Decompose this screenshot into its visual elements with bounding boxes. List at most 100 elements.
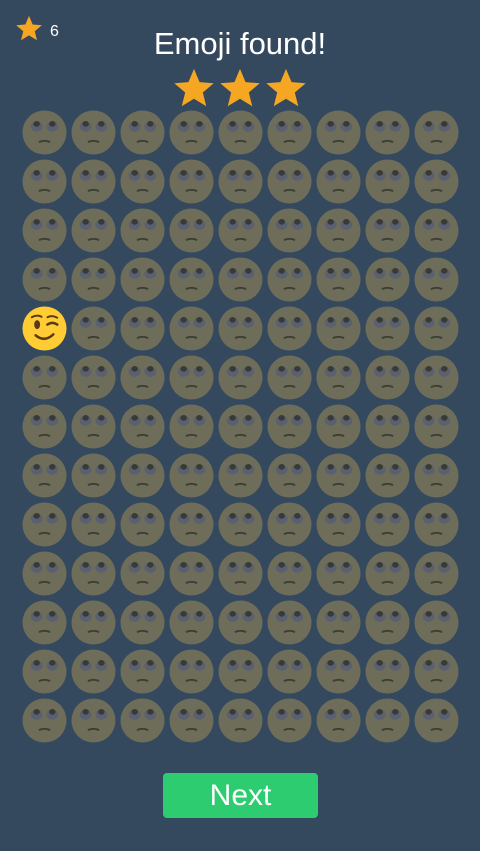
emoji-cell[interactable] (265, 108, 314, 157)
emoji-cell[interactable] (118, 598, 167, 647)
emoji-cell[interactable] (216, 157, 265, 206)
emoji-cell[interactable] (118, 647, 167, 696)
emoji-cell[interactable] (20, 353, 69, 402)
emoji-cell[interactable] (412, 647, 461, 696)
emoji-cell[interactable] (118, 304, 167, 353)
emoji-cell[interactable] (20, 108, 69, 157)
emoji-cell[interactable] (69, 157, 118, 206)
emoji-cell[interactable] (265, 549, 314, 598)
emoji-cell[interactable] (265, 206, 314, 255)
emoji-cell[interactable] (363, 108, 412, 157)
emoji-cell[interactable] (412, 255, 461, 304)
emoji-cell[interactable] (167, 255, 216, 304)
emoji-cell[interactable] (363, 402, 412, 451)
emoji-cell[interactable] (118, 451, 167, 500)
emoji-cell[interactable] (20, 255, 69, 304)
emoji-cell[interactable] (167, 157, 216, 206)
emoji-cell[interactable] (69, 598, 118, 647)
emoji-cell[interactable] (167, 451, 216, 500)
emoji-cell[interactable] (216, 451, 265, 500)
emoji-cell[interactable] (314, 549, 363, 598)
emoji-cell[interactable] (363, 206, 412, 255)
emoji-cell[interactable] (265, 451, 314, 500)
emoji-cell[interactable] (167, 500, 216, 549)
emoji-cell[interactable] (216, 500, 265, 549)
emoji-cell[interactable] (69, 500, 118, 549)
emoji-cell[interactable] (167, 402, 216, 451)
emoji-cell[interactable] (20, 402, 69, 451)
emoji-cell[interactable] (412, 157, 461, 206)
emoji-cell[interactable] (363, 353, 412, 402)
emoji-cell[interactable] (314, 108, 363, 157)
emoji-cell[interactable] (412, 549, 461, 598)
emoji-cell[interactable] (314, 402, 363, 451)
emoji-cell[interactable] (167, 304, 216, 353)
emoji-cell[interactable] (265, 255, 314, 304)
emoji-cell[interactable] (167, 598, 216, 647)
emoji-cell[interactable] (20, 500, 69, 549)
emoji-cell[interactable] (412, 108, 461, 157)
emoji-cell[interactable] (314, 500, 363, 549)
emoji-cell[interactable] (265, 353, 314, 402)
emoji-cell[interactable] (118, 108, 167, 157)
emoji-cell[interactable] (314, 304, 363, 353)
emoji-cell[interactable] (216, 255, 265, 304)
emoji-cell[interactable] (69, 549, 118, 598)
emoji-cell[interactable] (216, 647, 265, 696)
emoji-cell[interactable] (314, 696, 363, 745)
emoji-cell[interactable] (412, 451, 461, 500)
emoji-cell[interactable] (412, 353, 461, 402)
emoji-cell[interactable] (216, 206, 265, 255)
emoji-cell[interactable] (167, 108, 216, 157)
emoji-cell[interactable] (167, 647, 216, 696)
emoji-cell[interactable] (265, 696, 314, 745)
emoji-cell[interactable] (363, 157, 412, 206)
emoji-cell[interactable] (216, 549, 265, 598)
emoji-cell[interactable] (69, 206, 118, 255)
emoji-cell[interactable] (412, 402, 461, 451)
emoji-cell[interactable] (363, 304, 412, 353)
emoji-cell[interactable] (412, 598, 461, 647)
emoji-cell[interactable] (118, 696, 167, 745)
emoji-cell[interactable] (20, 157, 69, 206)
emoji-cell[interactable] (314, 255, 363, 304)
emoji-cell[interactable] (363, 647, 412, 696)
emoji-cell[interactable] (314, 157, 363, 206)
emoji-cell[interactable] (69, 304, 118, 353)
emoji-cell[interactable] (69, 696, 118, 745)
emoji-cell[interactable] (216, 353, 265, 402)
emoji-cell[interactable] (216, 696, 265, 745)
emoji-cell[interactable] (20, 451, 69, 500)
emoji-cell[interactable] (265, 157, 314, 206)
emoji-cell[interactable] (69, 647, 118, 696)
emoji-cell[interactable] (314, 451, 363, 500)
emoji-cell[interactable] (20, 696, 69, 745)
emoji-cell[interactable] (265, 304, 314, 353)
emoji-cell[interactable] (412, 500, 461, 549)
emoji-cell[interactable] (20, 206, 69, 255)
emoji-cell[interactable] (69, 353, 118, 402)
emoji-cell[interactable] (314, 353, 363, 402)
emoji-cell[interactable] (216, 598, 265, 647)
emoji-cell[interactable] (216, 108, 265, 157)
emoji-cell[interactable] (314, 206, 363, 255)
emoji-cell[interactable] (167, 696, 216, 745)
emoji-cell[interactable] (69, 255, 118, 304)
emoji-cell[interactable] (412, 206, 461, 255)
next-button[interactable]: Next (163, 773, 318, 818)
emoji-cell[interactable] (167, 206, 216, 255)
emoji-cell[interactable] (363, 696, 412, 745)
emoji-cell[interactable] (167, 549, 216, 598)
emoji-cell[interactable] (216, 402, 265, 451)
emoji-cell[interactable] (265, 598, 314, 647)
emoji-cell[interactable] (314, 598, 363, 647)
emoji-cell[interactable] (363, 598, 412, 647)
emoji-cell[interactable] (118, 549, 167, 598)
target-emoji-cell[interactable] (20, 304, 69, 353)
emoji-cell[interactable] (412, 304, 461, 353)
emoji-cell[interactable] (314, 647, 363, 696)
emoji-cell[interactable] (412, 696, 461, 745)
emoji-cell[interactable] (69, 108, 118, 157)
emoji-cell[interactable] (118, 206, 167, 255)
emoji-cell[interactable] (363, 255, 412, 304)
